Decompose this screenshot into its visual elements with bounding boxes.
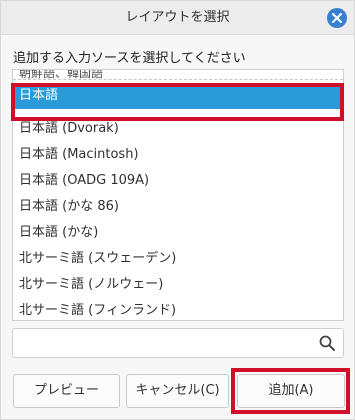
list-item-partial[interactable]: 朝鮮語、韓国語	[19, 70, 103, 80]
select-layout-dialog: レイアウトを選択 追加する入力ソースを選択してください 朝鮮語、韓国語 日本語 …	[0, 0, 355, 420]
title-bar: レイアウトを選択	[1, 1, 354, 35]
search-box[interactable]	[12, 328, 344, 358]
annotation-highlight-add-button	[231, 368, 350, 414]
list-item[interactable]: 日本語 (OADG 109A)	[13, 168, 343, 194]
annotation-highlight-selected-item	[11, 83, 344, 121]
list-item[interactable]: 北サーミ語 (ノルウェー)	[13, 272, 343, 298]
cancel-button[interactable]: キャンセル(C)	[126, 374, 229, 408]
search-icon[interactable]	[319, 335, 335, 351]
close-icon	[332, 13, 342, 23]
list-item[interactable]: 日本語 (Macintosh)	[13, 142, 343, 168]
preview-button[interactable]: プレビュー	[13, 374, 120, 408]
list-item[interactable]: 北サーミ語 (フィンランド)	[13, 298, 343, 320]
list-item[interactable]: 日本語 (かな 86)	[13, 194, 343, 220]
list-scroll-edge: 朝鮮語、韓国語	[13, 70, 343, 80]
list-item[interactable]: 日本語 (かな)	[13, 220, 343, 246]
close-button[interactable]	[327, 8, 347, 28]
search-input[interactable]	[19, 333, 309, 353]
dialog-title: レイアウトを選択	[125, 10, 230, 25]
list-item[interactable]: 北サーミ語 (スウェーデン)	[13, 246, 343, 272]
instruction-text: 追加する入力ソースを選択してください	[13, 51, 246, 66]
